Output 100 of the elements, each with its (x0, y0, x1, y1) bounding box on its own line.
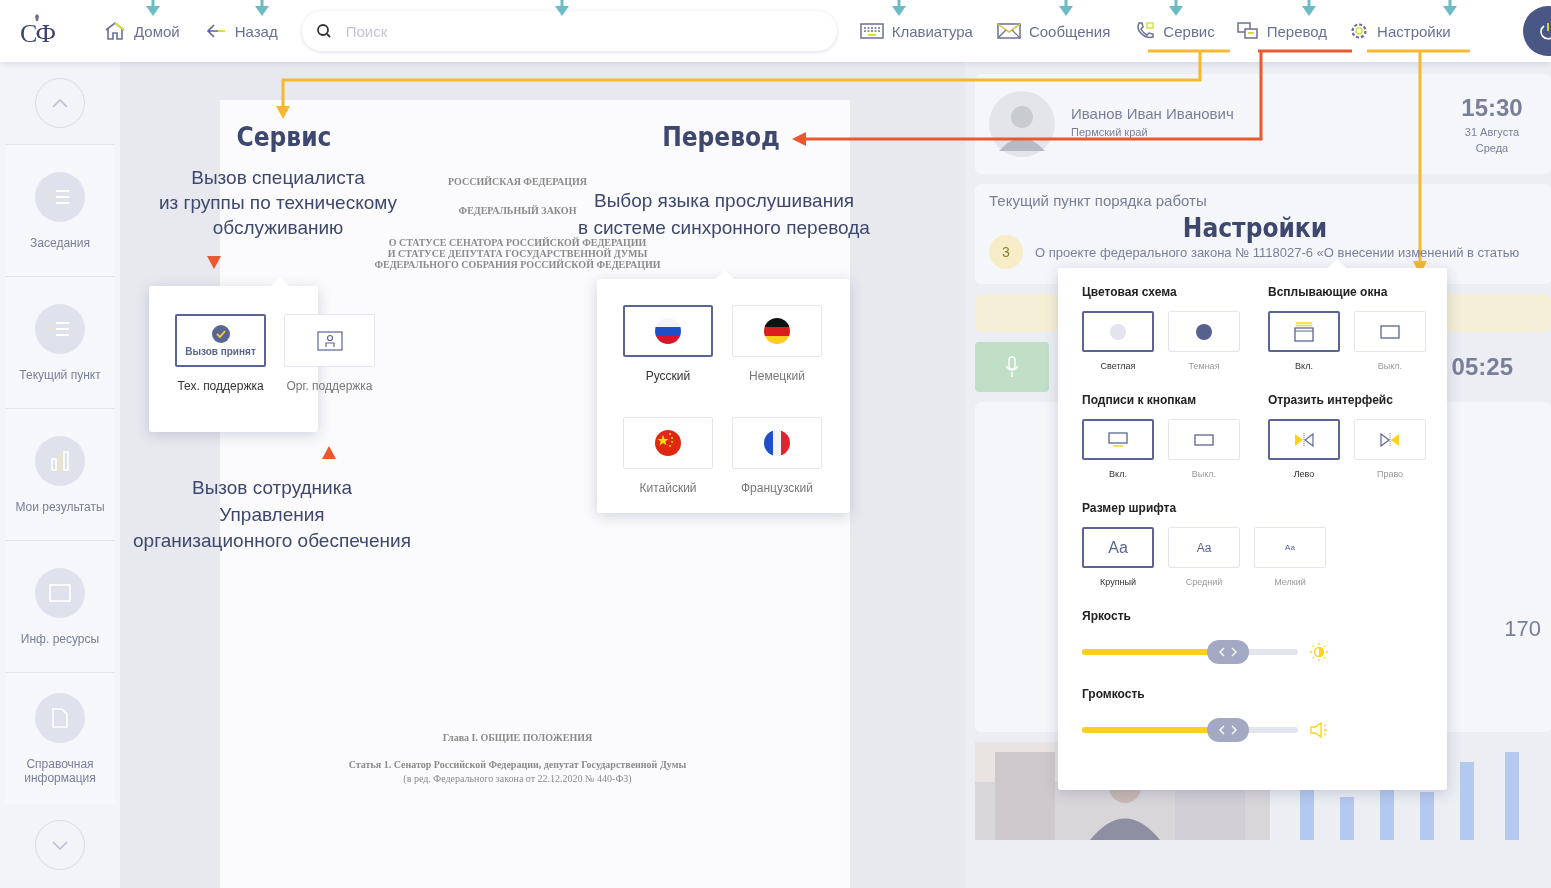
pointer-triangle (322, 446, 336, 459)
chevron-down-icon (52, 840, 68, 850)
nav-button[interactable]: Сервис (1135, 21, 1215, 41)
bar-chart-icon (50, 450, 70, 471)
option-label: Мелкий (1274, 577, 1306, 587)
setting-title: Всплывающие окна (1268, 285, 1389, 299)
nav-button[interactable]: Клавиатура (859, 22, 973, 40)
option-label: Средний (1185, 577, 1223, 587)
document-heading: И СТАТУСЕ ДЕПУТАТА ГОСУДАРСТВЕННОЙ ДУМЫ (387, 248, 648, 259)
setting-title: Яркость (1082, 609, 1132, 623)
chapter-heading: Глава I. ОБЩИЕ ПОЛОЖЕНИЯ (442, 732, 593, 743)
conference-timer: 05:25 (1451, 353, 1513, 381)
monitor-icon (1194, 433, 1214, 446)
nav-button[interactable]: Назад (204, 22, 278, 40)
mirror-icon (1380, 432, 1400, 447)
flag-icon (654, 317, 682, 345)
option-label: Светлая (1100, 361, 1136, 371)
agenda-number: 3 (989, 235, 1023, 269)
setting-option[interactable]: Aa (1254, 527, 1326, 568)
callout-title: Настройки (1182, 213, 1328, 243)
setting-title: Размер шрифта (1082, 501, 1178, 515)
chevron-up-icon (52, 98, 68, 108)
pointer-arrow (555, 0, 569, 16)
option-label: Право (1376, 469, 1404, 479)
support-option[interactable]: Вызов принят (175, 314, 266, 367)
pointer-arrow (1059, 0, 1073, 16)
search-icon (315, 23, 332, 39)
list-icon (50, 320, 70, 337)
pointer-arrow (892, 0, 906, 16)
callout-description: Вызов специалиста из группы по техническому обслуживанию (158, 166, 398, 239)
document-heading: ФЕДЕРАЛЬНОГО СОБРАНИЯ РОССИЙСКОЙ ФЕДЕРАЦИИ (374, 259, 661, 270)
option-label: Выкл. (1191, 469, 1217, 479)
article-note: (в ред. Федерального закона от 22.12.2020 № 440-ФЗ) (403, 773, 632, 784)
user-region: Пермский край (1071, 125, 1149, 138)
support-option[interactable] (284, 314, 375, 367)
list-icon (50, 188, 70, 205)
setting-option[interactable] (1268, 311, 1340, 352)
setting-title: Отразить интерфейс (1268, 393, 1394, 407)
home-icon (104, 21, 126, 41)
speaker-icon (1310, 722, 1328, 738)
dot-icon (1196, 323, 1212, 340)
pointer-arrow (1302, 0, 1316, 16)
translate-icon (1236, 22, 1259, 40)
flag-icon (763, 317, 791, 345)
callout-title: Сервис (236, 122, 332, 152)
callout-title: Перевод (662, 122, 780, 152)
language-option[interactable] (623, 305, 713, 357)
option-label: Китайский (639, 481, 697, 495)
clock-weekday: Среда (1475, 142, 1509, 154)
emblem-icon (32, 13, 42, 23)
nav-button[interactable]: Домой (104, 21, 180, 41)
back-arrow-icon (204, 23, 227, 39)
dot-icon (1110, 323, 1126, 340)
slider-handle[interactable] (1207, 718, 1250, 742)
monitor-icon (1108, 431, 1128, 448)
nav-button[interactable]: Сообщения (996, 22, 1111, 40)
search-field[interactable]: Поиск (301, 11, 837, 51)
nav-button[interactable]: Перевод (1236, 22, 1328, 40)
call-status: Вызов принят (185, 345, 256, 357)
flag-icon (654, 429, 682, 457)
results-total: 170 (1504, 616, 1541, 642)
chart-bar (1340, 797, 1354, 840)
envelope-icon (996, 23, 1021, 39)
setting-option[interactable] (1082, 311, 1154, 352)
pointer-arrow (1443, 0, 1457, 16)
setting-option[interactable]: Aa (1168, 527, 1240, 568)
option-label: Крупный (1100, 577, 1136, 587)
option-label: Выкл. (1377, 361, 1403, 371)
option-label: Немецкий (749, 369, 805, 383)
pointer-arrow (146, 0, 160, 16)
popup-window-icon (1294, 321, 1314, 342)
setting-title: Подписи к кнопкам (1082, 393, 1198, 407)
pointer-arrow (255, 0, 269, 16)
document-heading: ФЕДЕРАЛЬНЫЙ ЗАКОН (458, 205, 577, 216)
logo[interactable]: СФ (20, 19, 54, 49)
pointer-arrow (1169, 0, 1183, 16)
article-heading: Статья 1. Сенатор Российской Федерации, депутат Государственной Думы (348, 759, 687, 770)
option-label: Тех. поддержка (177, 379, 264, 393)
option-label: Русский (645, 369, 691, 383)
nav-button[interactable]: Настройки (1349, 21, 1451, 41)
window-icon (49, 583, 71, 602)
option-label: Лево (1293, 469, 1315, 479)
callout-description: Выбор языка прослушивания в системе синхронного перевода (578, 189, 870, 238)
window-icon (1380, 324, 1400, 339)
option-label: Французский (741, 481, 813, 495)
option-label: Вкл. (1295, 361, 1313, 371)
option-label: Вкл. (1109, 469, 1127, 479)
mirror-icon (1294, 432, 1314, 447)
clock-date: 31 Августа (1464, 126, 1520, 138)
document-heading: РОССИЙСКАЯ ФЕДЕРАЦИЯ (448, 176, 587, 187)
document-heading: О СТАТУСЕ СЕНАТОРА РОССИЙСКОЙ ФЕДЕРАЦИИ (388, 237, 647, 248)
setting-option[interactable] (1082, 419, 1154, 460)
brightness-icon (1310, 643, 1328, 661)
setting-option[interactable] (1268, 419, 1340, 460)
pointer-triangle (207, 256, 221, 269)
slider-handle[interactable] (1207, 640, 1250, 664)
option-label: Темная (1188, 361, 1220, 371)
setting-option[interactable]: Aa (1082, 527, 1154, 568)
flag-icon (763, 429, 791, 457)
person-icon (316, 330, 343, 351)
